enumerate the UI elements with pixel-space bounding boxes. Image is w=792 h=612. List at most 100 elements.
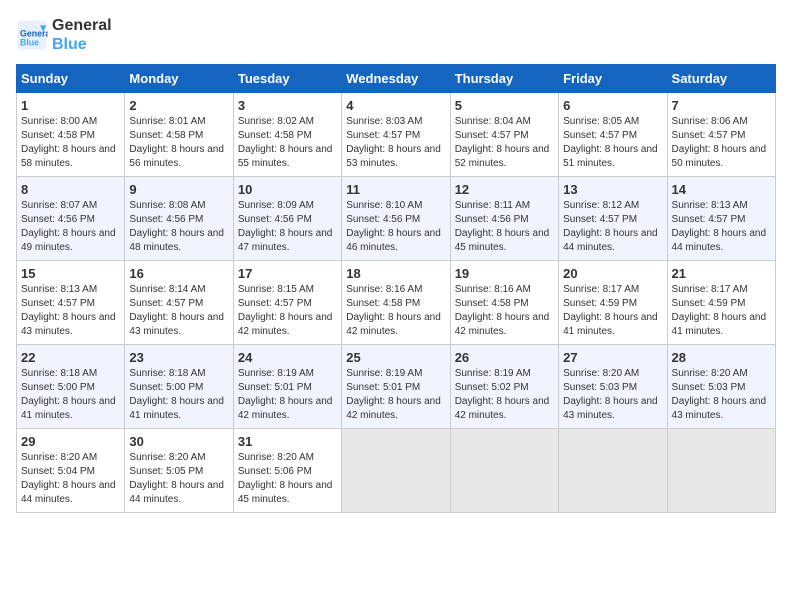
day-number: 27 — [563, 350, 662, 365]
day-detail: Sunrise: 8:20 AMSunset: 5:03 PMDaylight:… — [563, 368, 658, 421]
col-header-wednesday: Wednesday — [342, 65, 450, 93]
calendar-cell: 12 Sunrise: 8:11 AMSunset: 4:56 PMDaylig… — [450, 177, 558, 261]
page-header: General Blue General Blue — [16, 16, 776, 54]
day-detail: Sunrise: 8:19 AMSunset: 5:01 PMDaylight:… — [238, 368, 333, 421]
day-number: 31 — [238, 434, 337, 449]
day-detail: Sunrise: 8:13 AMSunset: 4:57 PMDaylight:… — [672, 200, 767, 253]
calendar-cell — [559, 429, 667, 513]
calendar-cell: 30 Sunrise: 8:20 AMSunset: 5:05 PMDaylig… — [125, 429, 233, 513]
calendar-cell: 3 Sunrise: 8:02 AMSunset: 4:58 PMDayligh… — [233, 93, 341, 177]
day-detail: Sunrise: 8:05 AMSunset: 4:57 PMDaylight:… — [563, 116, 658, 169]
calendar-cell — [667, 429, 775, 513]
day-number: 1 — [21, 98, 120, 113]
col-header-saturday: Saturday — [667, 65, 775, 93]
day-number: 8 — [21, 182, 120, 197]
day-detail: Sunrise: 8:19 AMSunset: 5:01 PMDaylight:… — [346, 368, 441, 421]
week-row-1: 1 Sunrise: 8:00 AMSunset: 4:58 PMDayligh… — [17, 93, 776, 177]
day-detail: Sunrise: 8:06 AMSunset: 4:57 PMDaylight:… — [672, 116, 767, 169]
day-detail: Sunrise: 8:17 AMSunset: 4:59 PMDaylight:… — [563, 284, 658, 337]
day-detail: Sunrise: 8:20 AMSunset: 5:05 PMDaylight:… — [129, 452, 224, 505]
day-detail: Sunrise: 8:19 AMSunset: 5:02 PMDaylight:… — [455, 368, 550, 421]
calendar-cell: 15 Sunrise: 8:13 AMSunset: 4:57 PMDaylig… — [17, 261, 125, 345]
calendar-cell: 29 Sunrise: 8:20 AMSunset: 5:04 PMDaylig… — [17, 429, 125, 513]
day-number: 10 — [238, 182, 337, 197]
day-number: 3 — [238, 98, 337, 113]
day-detail: Sunrise: 8:16 AMSunset: 4:58 PMDaylight:… — [455, 284, 550, 337]
calendar-cell: 7 Sunrise: 8:06 AMSunset: 4:57 PMDayligh… — [667, 93, 775, 177]
calendar-cell — [450, 429, 558, 513]
calendar-cell: 5 Sunrise: 8:04 AMSunset: 4:57 PMDayligh… — [450, 93, 558, 177]
calendar-cell: 17 Sunrise: 8:15 AMSunset: 4:57 PMDaylig… — [233, 261, 341, 345]
calendar-cell: 2 Sunrise: 8:01 AMSunset: 4:58 PMDayligh… — [125, 93, 233, 177]
day-number: 22 — [21, 350, 120, 365]
day-number: 21 — [672, 266, 771, 281]
calendar-cell: 14 Sunrise: 8:13 AMSunset: 4:57 PMDaylig… — [667, 177, 775, 261]
day-number: 17 — [238, 266, 337, 281]
day-detail: Sunrise: 8:20 AMSunset: 5:06 PMDaylight:… — [238, 452, 333, 505]
day-number: 11 — [346, 182, 445, 197]
calendar-cell: 18 Sunrise: 8:16 AMSunset: 4:58 PMDaylig… — [342, 261, 450, 345]
day-detail: Sunrise: 8:09 AMSunset: 4:56 PMDaylight:… — [238, 200, 333, 253]
logo-icon: General Blue — [16, 19, 48, 51]
calendar-cell: 21 Sunrise: 8:17 AMSunset: 4:59 PMDaylig… — [667, 261, 775, 345]
col-header-thursday: Thursday — [450, 65, 558, 93]
day-detail: Sunrise: 8:08 AMSunset: 4:56 PMDaylight:… — [129, 200, 224, 253]
day-number: 4 — [346, 98, 445, 113]
day-number: 13 — [563, 182, 662, 197]
col-header-tuesday: Tuesday — [233, 65, 341, 93]
day-number: 19 — [455, 266, 554, 281]
day-detail: Sunrise: 8:02 AMSunset: 4:58 PMDaylight:… — [238, 116, 333, 169]
day-number: 7 — [672, 98, 771, 113]
week-row-3: 15 Sunrise: 8:13 AMSunset: 4:57 PMDaylig… — [17, 261, 776, 345]
week-row-4: 22 Sunrise: 8:18 AMSunset: 5:00 PMDaylig… — [17, 345, 776, 429]
calendar-cell: 24 Sunrise: 8:19 AMSunset: 5:01 PMDaylig… — [233, 345, 341, 429]
day-detail: Sunrise: 8:10 AMSunset: 4:56 PMDaylight:… — [346, 200, 441, 253]
day-detail: Sunrise: 8:18 AMSunset: 5:00 PMDaylight:… — [129, 368, 224, 421]
day-detail: Sunrise: 8:13 AMSunset: 4:57 PMDaylight:… — [21, 284, 116, 337]
day-number: 30 — [129, 434, 228, 449]
calendar-cell: 13 Sunrise: 8:12 AMSunset: 4:57 PMDaylig… — [559, 177, 667, 261]
week-row-5: 29 Sunrise: 8:20 AMSunset: 5:04 PMDaylig… — [17, 429, 776, 513]
calendar-cell: 6 Sunrise: 8:05 AMSunset: 4:57 PMDayligh… — [559, 93, 667, 177]
day-detail: Sunrise: 8:11 AMSunset: 4:56 PMDaylight:… — [455, 200, 550, 253]
week-row-2: 8 Sunrise: 8:07 AMSunset: 4:56 PMDayligh… — [17, 177, 776, 261]
calendar-cell: 28 Sunrise: 8:20 AMSunset: 5:03 PMDaylig… — [667, 345, 775, 429]
calendar-cell: 27 Sunrise: 8:20 AMSunset: 5:03 PMDaylig… — [559, 345, 667, 429]
day-detail: Sunrise: 8:16 AMSunset: 4:58 PMDaylight:… — [346, 284, 441, 337]
day-detail: Sunrise: 8:04 AMSunset: 4:57 PMDaylight:… — [455, 116, 550, 169]
calendar-cell: 11 Sunrise: 8:10 AMSunset: 4:56 PMDaylig… — [342, 177, 450, 261]
calendar-cell: 1 Sunrise: 8:00 AMSunset: 4:58 PMDayligh… — [17, 93, 125, 177]
day-number: 14 — [672, 182, 771, 197]
day-number: 20 — [563, 266, 662, 281]
day-number: 15 — [21, 266, 120, 281]
day-number: 25 — [346, 350, 445, 365]
day-detail: Sunrise: 8:07 AMSunset: 4:56 PMDaylight:… — [21, 200, 116, 253]
day-number: 26 — [455, 350, 554, 365]
day-detail: Sunrise: 8:20 AMSunset: 5:04 PMDaylight:… — [21, 452, 116, 505]
calendar-cell: 8 Sunrise: 8:07 AMSunset: 4:56 PMDayligh… — [17, 177, 125, 261]
calendar-cell: 25 Sunrise: 8:19 AMSunset: 5:01 PMDaylig… — [342, 345, 450, 429]
col-header-monday: Monday — [125, 65, 233, 93]
svg-text:Blue: Blue — [20, 38, 39, 48]
col-header-sunday: Sunday — [17, 65, 125, 93]
day-number: 23 — [129, 350, 228, 365]
day-number: 2 — [129, 98, 228, 113]
calendar-cell: 22 Sunrise: 8:18 AMSunset: 5:00 PMDaylig… — [17, 345, 125, 429]
calendar-cell: 10 Sunrise: 8:09 AMSunset: 4:56 PMDaylig… — [233, 177, 341, 261]
calendar-cell: 23 Sunrise: 8:18 AMSunset: 5:00 PMDaylig… — [125, 345, 233, 429]
day-detail: Sunrise: 8:12 AMSunset: 4:57 PMDaylight:… — [563, 200, 658, 253]
day-detail: Sunrise: 8:18 AMSunset: 5:00 PMDaylight:… — [21, 368, 116, 421]
calendar-cell: 9 Sunrise: 8:08 AMSunset: 4:56 PMDayligh… — [125, 177, 233, 261]
day-detail: Sunrise: 8:20 AMSunset: 5:03 PMDaylight:… — [672, 368, 767, 421]
column-headers: SundayMondayTuesdayWednesdayThursdayFrid… — [17, 65, 776, 93]
day-detail: Sunrise: 8:17 AMSunset: 4:59 PMDaylight:… — [672, 284, 767, 337]
day-number: 6 — [563, 98, 662, 113]
day-number: 5 — [455, 98, 554, 113]
day-detail: Sunrise: 8:01 AMSunset: 4:58 PMDaylight:… — [129, 116, 224, 169]
day-number: 9 — [129, 182, 228, 197]
calendar-cell — [342, 429, 450, 513]
day-number: 16 — [129, 266, 228, 281]
logo-text-general: General — [52, 16, 112, 35]
day-number: 29 — [21, 434, 120, 449]
day-detail: Sunrise: 8:00 AMSunset: 4:58 PMDaylight:… — [21, 116, 116, 169]
